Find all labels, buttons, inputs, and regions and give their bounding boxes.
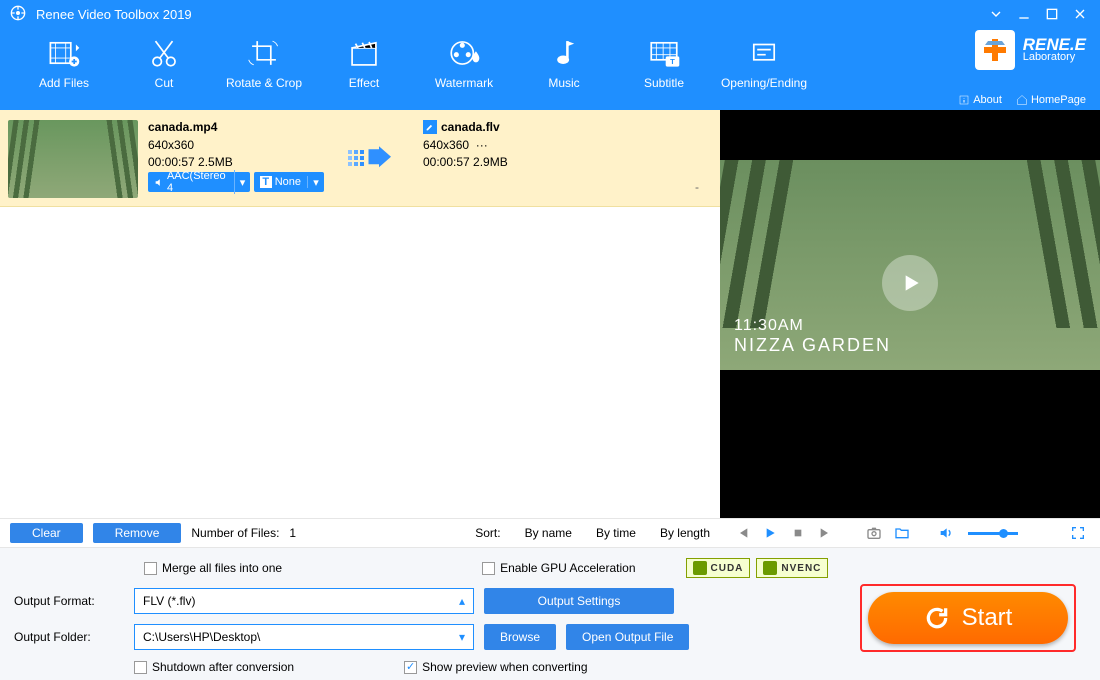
snapshot-icon[interactable] — [864, 523, 884, 543]
dest-resolution: 640x360 — [423, 138, 469, 152]
homepage-link[interactable]: HomePage — [1016, 94, 1086, 106]
menu-dropdown-icon[interactable] — [986, 4, 1006, 24]
browse-button[interactable]: Browse — [484, 624, 556, 650]
edit-format-icon[interactable] — [423, 120, 437, 134]
tool-subtitle[interactable]: T Subtitle — [614, 34, 714, 90]
shutdown-checkbox[interactable]: Shutdown after conversion — [134, 660, 294, 674]
tool-add-files[interactable]: Add Files — [14, 34, 114, 90]
preview-play-button[interactable] — [882, 255, 938, 311]
tool-effect[interactable]: Effect — [314, 34, 414, 90]
dest-dur-size: 00:00:57 2.9MB — [423, 155, 672, 169]
tool-rotate-crop[interactable]: Rotate & Crop — [214, 34, 314, 90]
chevron-down-icon: ▾ — [235, 176, 250, 189]
play-icon[interactable] — [760, 523, 780, 543]
clear-button[interactable]: Clear — [10, 523, 83, 543]
file-count-label: Number of Files: — [191, 526, 279, 540]
preview-pane: 11:30AM NIZZA GARDEN — [720, 110, 1100, 518]
volume-icon[interactable] — [936, 523, 956, 543]
brand-sub: Laboratory — [1023, 53, 1086, 63]
dest-info: canada.flv 640x360 ··· 00:00:57 2.9MB — [423, 120, 672, 198]
sort-by-length[interactable]: By length — [660, 526, 710, 540]
dest-filename: canada.flv — [441, 120, 500, 134]
speaker-icon — [154, 177, 164, 188]
format-label: Output Format: — [14, 594, 124, 608]
title-bar: Renee Video Toolbox 2019 — [0, 0, 1100, 28]
stop-icon[interactable] — [788, 523, 808, 543]
nvidia-eye-icon — [763, 561, 777, 575]
maximize-icon[interactable] — [1042, 4, 1062, 24]
overlay-time: 11:30AM — [734, 317, 891, 335]
app-logo-icon — [10, 5, 28, 23]
overlay-place: NIZZA GARDEN — [734, 335, 891, 356]
chevron-down-icon: ▾ — [459, 630, 465, 644]
format-combo[interactable]: FLV (*.flv)▴ — [134, 588, 474, 614]
scissors-icon — [114, 34, 214, 72]
crop-rotate-icon — [214, 34, 314, 72]
about-link[interactable]: About — [958, 94, 1002, 106]
sort-by-name[interactable]: By name — [525, 526, 572, 540]
subtitle-select[interactable]: TNone ▾ — [254, 172, 324, 192]
tool-watermark[interactable]: Watermark — [414, 34, 514, 90]
list-action-bar: Clear Remove Number of Files: 1 Sort: By… — [0, 518, 720, 548]
open-output-button[interactable]: Open Output File — [566, 624, 689, 650]
file-list: canada.mp4 640x360 00:00:57 2.5MB AAC(St… — [0, 110, 720, 518]
minimize-icon[interactable] — [1014, 4, 1034, 24]
nvidia-eye-icon — [693, 561, 707, 575]
dest-res-more[interactable]: ··· — [476, 138, 488, 152]
source-thumbnail — [8, 120, 138, 198]
preview-controls — [720, 518, 1100, 548]
source-info: canada.mp4 640x360 00:00:57 2.5MB AAC(St… — [148, 120, 323, 198]
tool-cut[interactable]: Cut — [114, 34, 214, 90]
film-plus-icon — [14, 34, 114, 72]
convert-arrow-icon — [333, 120, 413, 198]
text-t-icon: T — [260, 176, 272, 188]
show-preview-checkbox[interactable]: Show preview when converting — [404, 660, 587, 674]
remove-button[interactable]: Remove — [93, 523, 182, 543]
tool-music[interactable]: Music — [514, 34, 614, 90]
folder-icon[interactable] — [892, 523, 912, 543]
gpu-checkbox[interactable]: Enable GPU Acceleration — [482, 561, 635, 575]
folder-label: Output Folder: — [14, 630, 124, 644]
file-row[interactable]: canada.mp4 640x360 00:00:57 2.5MB AAC(St… — [0, 110, 720, 207]
chevron-down-icon: ▾ — [308, 176, 324, 189]
nvenc-badge: NVENC — [756, 558, 828, 578]
source-resolution: 640x360 — [148, 138, 323, 152]
folder-combo[interactable]: C:\Users\HP\Desktop\▾ — [134, 624, 474, 650]
tool-opening-ending[interactable]: Opening/Ending — [714, 34, 814, 90]
music-note-icon — [514, 34, 614, 72]
cuda-badge: CUDA — [686, 558, 751, 578]
row-dash: - — [682, 120, 712, 198]
chevron-up-icon: ▴ — [459, 594, 465, 608]
sort-label: Sort: — [475, 526, 500, 540]
volume-slider[interactable] — [968, 532, 1018, 535]
reel-drop-icon — [414, 34, 514, 72]
next-track-icon[interactable] — [816, 523, 836, 543]
close-icon[interactable] — [1070, 4, 1090, 24]
source-dur-size: 00:00:57 2.5MB — [148, 155, 323, 169]
app-title: Renee Video Toolbox 2019 — [36, 7, 192, 22]
main-toolbar: Add Files Cut Rotate & Crop Effect Water… — [0, 28, 1100, 110]
brand-logo-icon — [975, 30, 1015, 70]
merge-checkbox[interactable]: Merge all files into one — [144, 561, 282, 575]
fullscreen-icon[interactable] — [1068, 523, 1088, 543]
audio-codec-select[interactable]: AAC(Stereo 4 ▾ — [148, 172, 250, 192]
svg-text:T: T — [670, 57, 675, 66]
prev-track-icon[interactable] — [732, 523, 752, 543]
refresh-icon — [924, 605, 950, 631]
subtitle-icon: T — [614, 34, 714, 72]
brand-block: RENE.E Laboratory — [975, 30, 1086, 70]
start-highlight: Start — [860, 584, 1076, 652]
intro-outro-icon — [714, 34, 814, 72]
start-button[interactable]: Start — [868, 592, 1068, 644]
sort-by-time[interactable]: By time — [596, 526, 636, 540]
file-count: 1 — [289, 526, 296, 540]
bottom-panel: Merge all files into one Enable GPU Acce… — [0, 548, 1100, 680]
output-settings-button[interactable]: Output Settings — [484, 588, 674, 614]
source-filename: canada.mp4 — [148, 120, 323, 134]
clapper-icon — [314, 34, 414, 72]
